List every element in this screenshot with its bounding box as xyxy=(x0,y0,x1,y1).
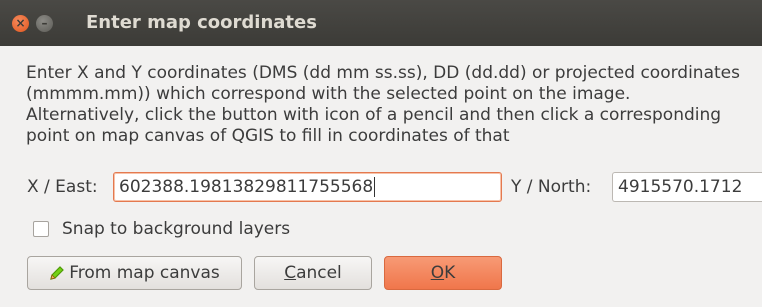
cancel-mnemonic: C xyxy=(284,263,297,283)
text-caret xyxy=(374,177,376,197)
minimize-window-button[interactable]: – xyxy=(36,15,53,32)
cancel-label: ancel xyxy=(296,263,342,283)
x-east-value: 602388.19813829811755568 xyxy=(119,177,374,197)
x-east-input[interactable]: 602388.19813829811755568 xyxy=(113,172,502,202)
from-map-canvas-button[interactable]: From map canvas xyxy=(27,256,242,290)
y-north-input[interactable]: 4915570.1712 xyxy=(612,172,762,202)
instructions-text: Enter X and Y coordinates (DMS (dd mm ss… xyxy=(26,63,740,146)
title-bar: × – Enter map coordinates xyxy=(0,0,762,46)
pencil-icon xyxy=(50,266,65,280)
y-north-label: Y / North: xyxy=(511,177,592,197)
ok-label: K xyxy=(444,263,456,283)
close-window-button[interactable]: × xyxy=(12,15,29,32)
snap-label[interactable]: Snap to background layers xyxy=(62,219,290,239)
window-title: Enter map coordinates xyxy=(86,12,317,33)
close-icon: × xyxy=(15,16,26,30)
x-east-label: X / East: xyxy=(27,177,98,197)
minimize-icon: – xyxy=(41,16,48,30)
ok-button[interactable]: OK xyxy=(384,256,502,290)
from-map-canvas-label: From map canvas xyxy=(69,263,220,283)
ok-mnemonic: O xyxy=(430,263,445,283)
cancel-button[interactable]: Cancel xyxy=(254,256,372,290)
snap-checkbox[interactable] xyxy=(33,221,49,237)
y-north-value: 4915570.1712 xyxy=(618,177,743,197)
